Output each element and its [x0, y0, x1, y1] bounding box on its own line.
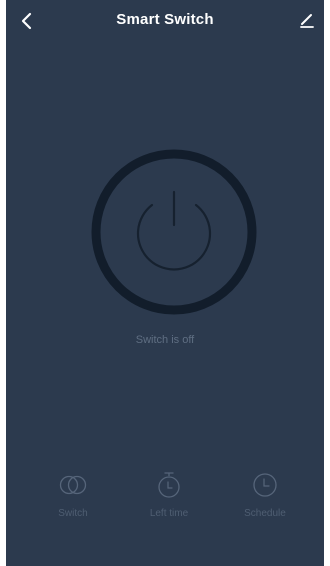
tab-switch-label: Switch	[58, 508, 88, 519]
navigation-bar: Smart Switch	[6, 0, 324, 42]
pencil-icon	[300, 14, 314, 28]
toggle-circles-icon	[59, 475, 87, 495]
page-title: Smart Switch	[116, 11, 214, 28]
clock-icon	[253, 473, 277, 497]
tab-left-time-label: Left time	[149, 508, 189, 519]
tab-schedule[interactable]: Schedule	[220, 470, 310, 526]
edit-button[interactable]	[294, 8, 320, 34]
bottom-tab-bar: Switch Left time Schedule	[6, 470, 324, 530]
app-screen: Smart Switch Switch is off Switch Left t…	[6, 0, 324, 566]
power-icon	[91, 149, 257, 315]
power-button[interactable]	[89, 147, 259, 317]
tab-left-time[interactable]: Left time	[124, 470, 214, 526]
tab-switch[interactable]: Switch	[28, 470, 118, 526]
tab-schedule-label: Schedule	[244, 508, 286, 519]
stopwatch-icon	[158, 472, 180, 498]
switch-status-text: Switch is off	[135, 334, 195, 346]
